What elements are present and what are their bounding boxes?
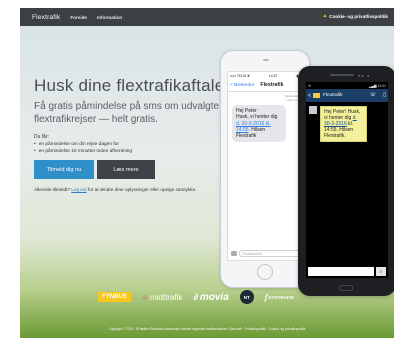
ios-compose-bar: Tekstbesked [231, 249, 301, 257]
movia-logo-group: ∂ movia [193, 292, 228, 303]
read-more-button[interactable]: Læs mere [97, 160, 155, 180]
cookie-policy-link[interactable]: ▲ Cookie- og privatlivspolitik [322, 13, 388, 19]
sydtrafik-logo: SYDTRAFIK [268, 294, 295, 300]
iphone-speaker [263, 59, 269, 61]
nav-link-information[interactable]: Information [97, 15, 122, 20]
cta-buttons: Tilmeld dig nu Læs mere [34, 160, 234, 180]
ios-back-button: < Beskeder [230, 82, 255, 88]
iphone-mockup: ••••• TELIA ❦ 14.57 ▮▮▮ < Beskeder Flext… [220, 50, 310, 288]
registered-text-after: for at ændre dine oplysninger eller opsi… [86, 187, 197, 193]
envelope-icon [313, 93, 321, 98]
benefits-heading: Du får: [34, 134, 50, 141]
android-compose-bar: ⌕ [308, 267, 386, 276]
fynbus-logo: FYNBUS [98, 292, 131, 302]
android-message-header: < Flextrafik ☏ ▯ [306, 89, 388, 102]
android-mockup: ●● ● ✉ ▂▄▆ 14:02 < Flextrafik ☏ ▯ Hej Pe… [298, 66, 394, 296]
registered-text-before: Allerede tilmeldt? [34, 187, 72, 193]
android-message-thread: Hej Peter! Husk, vi henter dig d. 30-3-2… [306, 102, 388, 146]
login-link[interactable]: Log ind [71, 187, 86, 192]
signal-icon: ▂▄▆ [368, 83, 377, 88]
benefit-item: en påmindelse 10 minutter inden afhentni… [34, 148, 234, 155]
iphone-screen: ••••• TELIA ❦ 14.57 ▮▮▮ < Beskeder Flext… [227, 71, 305, 261]
page-subheadline: Få gratis påmindelse på sms om udvalgte … [34, 101, 220, 126]
partner-logos: FYNBUS ♨ midttrafik ∂ movia NT ʃ SYDTRAF… [98, 290, 294, 304]
android-home-button [339, 285, 353, 291]
phone-icon: ☏ [369, 92, 376, 98]
midttrafik-logo: midttrafik [149, 292, 183, 302]
android-message-bubble: Hej Peter! Husk, vi henter dig d. 30-3-2… [320, 106, 367, 143]
nav-link-forside[interactable]: Forside [70, 15, 87, 20]
ios-message-text: Husk, vi henter dig [236, 114, 278, 121]
ios-carrier: ••••• TELIA ❦ [230, 73, 250, 78]
android-sensor-icon: ●● ● [358, 72, 371, 78]
attach-icon: ⌕ [376, 267, 386, 276]
android-message-input [308, 267, 374, 276]
android-clock: 14:02 [377, 83, 387, 88]
trash-icon: ▯ [383, 92, 386, 98]
page: Flextrafik Forside Information ▲ Cookie-… [20, 8, 394, 338]
android-contact-name: Flextrafik [323, 93, 343, 98]
mail-icon: ✉ [308, 83, 311, 88]
cookie-policy-label: Cookie- og privatlivspolitik [329, 13, 388, 19]
android-speaker [330, 74, 354, 76]
midttrafik-logo-group: ♨ midttrafik [142, 293, 183, 302]
camera-icon [231, 250, 237, 256]
benefit-item: en påmindelse om din rejse dagen for [34, 141, 234, 148]
ios-message-input: Tekstbesked [239, 249, 301, 257]
ios-message-header: < Beskeder Flextrafik [228, 79, 304, 92]
ios-contact-name: Flextrafik [260, 82, 284, 88]
nt-logo: NT [239, 290, 254, 304]
footer-copyright: Copyright © 2016 · Et fælles Flextrafik-… [108, 327, 306, 331]
movia-logo: movia [199, 291, 229, 303]
ios-message-bubble: Hej Peter Husk, vi henter dig d. 30-3-20… [232, 105, 286, 143]
android-top-bezel: ●● ● [312, 71, 382, 79]
signup-button[interactable]: Tilmeld dig nu [34, 160, 94, 180]
midttrafik-icon: ♨ [141, 294, 148, 301]
sydtrafik-logo-group: ʃ SYDTRAFIK [265, 293, 294, 302]
iphone-home-button [257, 264, 273, 280]
ios-status-bar: ••••• TELIA ❦ 14.57 ▮▮▮ [228, 72, 304, 79]
android-status-icons: ▂▄▆ 14:02 [369, 84, 386, 88]
warning-icon: ▲ [322, 13, 328, 19]
page-headline: Husk dine flextrafikaftaler [34, 76, 231, 95]
brand-logo[interactable]: Flextrafik [32, 14, 60, 21]
top-navigation-bar: Flextrafik Forside Information ▲ Cookie-… [20, 8, 394, 26]
ios-clock: 14.57 [268, 73, 278, 78]
sydtrafik-icon: ʃ [264, 292, 268, 302]
android-status-bar: ✉ ▂▄▆ 14:02 [306, 82, 388, 89]
hero-section: Husk dine flextrafikaftaler Få gratis på… [34, 76, 234, 194]
ios-message-timestamp: Tekstbesked I dag 14.55 [284, 94, 301, 102]
android-screen: ✉ ▂▄▆ 14:02 < Flextrafik ☏ ▯ Hej Peter! … [306, 82, 388, 278]
movia-icon: ∂ [193, 292, 198, 302]
benefits-list: en påmindelse om din rejse dagen for en … [34, 141, 234, 155]
avatar [309, 106, 317, 114]
already-registered-text: Allerede tilmeldt? Log ind for at ændre … [34, 187, 234, 194]
back-arrow-icon: < [308, 92, 312, 99]
